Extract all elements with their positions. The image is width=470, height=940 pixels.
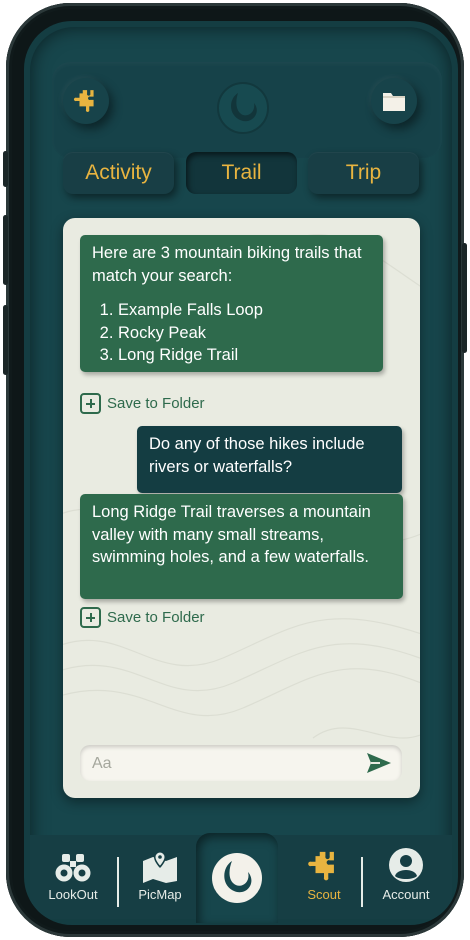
user-message: Do any of those hikes include rivers or …	[137, 426, 402, 493]
trail-list: Example Falls Loop Rocky Peak Long Ridge…	[92, 299, 371, 367]
list-item: Rocky Peak	[118, 322, 371, 345]
list-item: Example Falls Loop	[118, 299, 371, 322]
nav-label: Account	[382, 887, 430, 902]
nav-label: Scout	[307, 887, 341, 902]
puzzle-icon	[73, 90, 94, 113]
bot-message: Here are 3 mountain biking trails that m…	[80, 235, 383, 372]
mute-switch	[3, 151, 8, 187]
nav-account[interactable]: Account	[366, 847, 446, 911]
message-input-bar	[80, 745, 402, 783]
tab-trail[interactable]: Trail	[186, 152, 297, 194]
save-to-folder-button[interactable]: Save to Folder	[80, 607, 205, 628]
tab-activity[interactable]: Activity	[63, 152, 174, 194]
nav-lookout[interactable]: LookOut	[33, 847, 113, 911]
send-icon[interactable]	[366, 752, 392, 774]
list-item: Long Ridge Trail	[118, 344, 371, 367]
power-button	[462, 243, 467, 353]
bot-message: Long Ridge Trail traverses a mountain va…	[80, 494, 403, 599]
add-icon	[80, 607, 101, 628]
tab-label: Trip	[345, 161, 382, 184]
map-pin-icon	[143, 851, 177, 883]
chat-panel[interactable]: Here are 3 mountain biking trails that m…	[63, 218, 420, 798]
folder-button[interactable]	[371, 78, 417, 124]
nav-label: LookOut	[48, 887, 98, 902]
message-input[interactable]	[90, 745, 354, 783]
save-label: Save to Folder	[107, 609, 205, 626]
message-text: Here are 3 mountain biking trails that m…	[92, 244, 362, 285]
message-text: Long Ridge Trail traverses a mountain va…	[92, 503, 371, 566]
account-icon	[389, 848, 423, 882]
home-button[interactable]	[196, 833, 278, 923]
bottom-nav: LookOut PicMap Scout Account	[30, 833, 452, 923]
save-label: Save to Folder	[107, 395, 205, 412]
message-text: Do any of those hikes include rivers or …	[149, 435, 365, 476]
tab-trip[interactable]: Trip	[308, 152, 419, 194]
app-background: Activity Trail Trip Here are 3 mountain …	[30, 27, 452, 923]
nav-picmap[interactable]: PicMap	[120, 847, 200, 911]
phone-frame: Activity Trail Trip Here are 3 mountain …	[3, 3, 467, 937]
screen: Activity Trail Trip Here are 3 mountain …	[24, 21, 458, 925]
tab-label: Trail	[221, 161, 262, 184]
tab-label: Activity	[85, 161, 152, 184]
app-logo-icon	[217, 82, 269, 134]
app-logo-icon	[212, 853, 262, 903]
nav-label: PicMap	[138, 887, 182, 902]
nav-divider	[117, 857, 119, 907]
puzzle-icon	[308, 851, 334, 881]
volume-down-button	[3, 305, 8, 375]
add-icon	[80, 393, 101, 414]
save-to-folder-button[interactable]: Save to Folder	[80, 393, 205, 414]
nav-scout[interactable]: Scout	[284, 847, 364, 911]
nav-divider	[361, 857, 363, 907]
folder-icon	[383, 93, 405, 111]
tab-bar: Activity Trail Trip	[63, 152, 423, 196]
volume-up-button	[3, 215, 8, 285]
binoculars-icon	[55, 854, 91, 882]
scout-button[interactable]	[63, 78, 109, 124]
